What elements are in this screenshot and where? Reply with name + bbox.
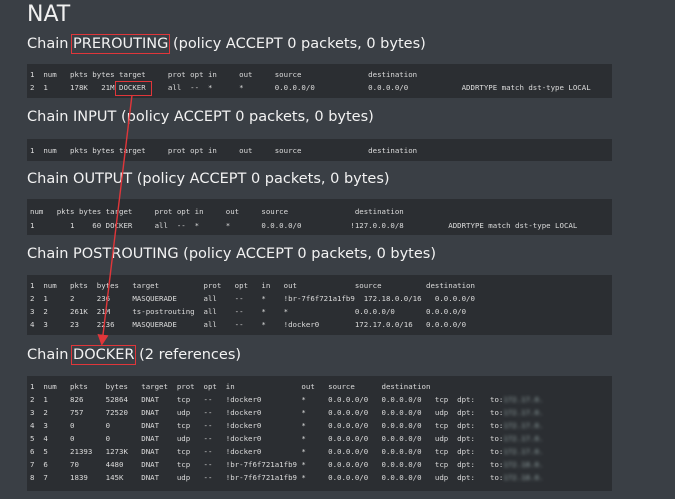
code-line: 7 6 70 4480 DNAT tcp -- !br-7f6f721a1fb9… xyxy=(30,460,475,469)
code-line: 5 4 0 0 DNAT udp -- !docker0 * 0.0.0.0/0… xyxy=(30,434,475,443)
redacted-target: to:172.17.0. xyxy=(490,421,544,430)
code-line: 4 3 0 0 DNAT tcp -- !docker0 * 0.0.0.0/0… xyxy=(30,421,475,430)
code-line: 6 5 21393 1273K DNAT tcp -- !docker0 * 0… xyxy=(30,447,475,456)
prerouting-highlight: PREROUTING xyxy=(71,34,171,54)
output-rules-block: num pkts bytes target prot opt in out so… xyxy=(27,199,612,235)
code-line: 1 1 60 DOCKER all -- * * 0.0.0.0/0 !127.… xyxy=(30,221,578,230)
chain-input-heading: Chain INPUT (policy ACCEPT 0 packets, 0 … xyxy=(27,109,374,125)
postrouting-rules-block: 1 num pkts bytes target prot opt in out … xyxy=(27,275,612,335)
code-line: 1 num pkts bytes target prot opt in out … xyxy=(30,281,475,290)
chain-postrouting-heading: Chain POSTROUTING (policy ACCEPT 0 packe… xyxy=(27,246,437,262)
redacted-target: to:172.17.0. xyxy=(490,434,544,443)
chain-prerouting-heading: Chain PREROUTING (policy ACCEPT 0 packet… xyxy=(27,34,426,54)
code-line: 1 num pkts bytes target prot opt in out … xyxy=(30,146,418,155)
code-line: 3 2 261K 21M ts-postrouting all -- * * 0… xyxy=(30,307,467,316)
chain-output-heading: Chain OUTPUT (policy ACCEPT 0 packets, 0… xyxy=(27,171,390,187)
code-line: 1 num pkts bytes target prot opt in out … xyxy=(30,382,431,391)
redacted-target: to:172.17.0. xyxy=(490,447,544,456)
code-line: 2 1 2 236 MASQUERADE all -- * !br-7f6f72… xyxy=(30,294,475,303)
redacted-target: to:172.17.0. xyxy=(490,408,544,417)
page-title: NAT xyxy=(27,2,71,27)
input-rules-block: 1 num pkts bytes target prot opt in out … xyxy=(27,139,612,161)
code-line: 8 7 1839 145K DNAT udp -- !br-7f6f721a1f… xyxy=(30,473,475,482)
code-line: 2 1 826 52864 DNAT tcp -- !docker0 * 0.0… xyxy=(30,395,475,404)
redacted-target: to:172.17.0. xyxy=(490,395,544,404)
chain-docker-heading: Chain DOCKER (2 references) xyxy=(27,345,242,365)
code-line: 3 2 757 72520 DNAT udp -- !docker0 * 0.0… xyxy=(30,408,475,417)
docker-target-highlight-box xyxy=(115,81,152,96)
code-line: num pkts bytes target prot opt in out so… xyxy=(30,207,404,216)
redacted-target: to:172.18.0. xyxy=(490,473,544,482)
code-line: 4 3 23 2236 MASQUERADE all -- * !docker0… xyxy=(30,320,467,329)
docker-highlight: DOCKER xyxy=(71,345,137,365)
code-line: 1 num pkts bytes target prot opt in out … xyxy=(30,70,418,79)
docker-rules-block: 1 num pkts bytes target prot opt in out … xyxy=(27,376,612,491)
redacted-target: to:172.18.0. xyxy=(490,460,544,469)
